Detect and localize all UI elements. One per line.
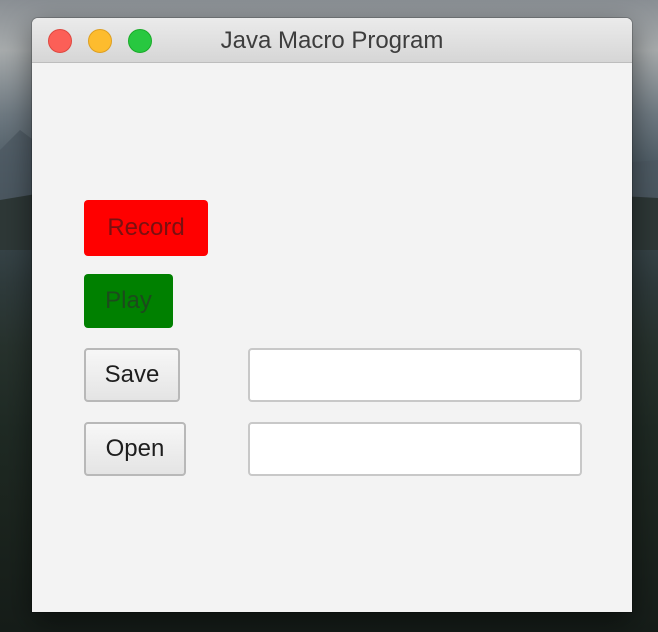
record-button[interactable]: Record	[84, 200, 208, 256]
save-filename-input[interactable]	[248, 348, 582, 402]
save-button[interactable]: Save	[84, 348, 180, 402]
title-bar[interactable]: Java Macro Program	[32, 18, 632, 63]
open-filename-input[interactable]	[248, 422, 582, 476]
app-window: Java Macro Program Record Play Save Open	[32, 18, 632, 612]
open-button[interactable]: Open	[84, 422, 186, 476]
play-button[interactable]: Play	[84, 274, 173, 328]
window-title: Java Macro Program	[220, 27, 444, 54]
main-panel: Record Play Save Open	[32, 63, 632, 612]
